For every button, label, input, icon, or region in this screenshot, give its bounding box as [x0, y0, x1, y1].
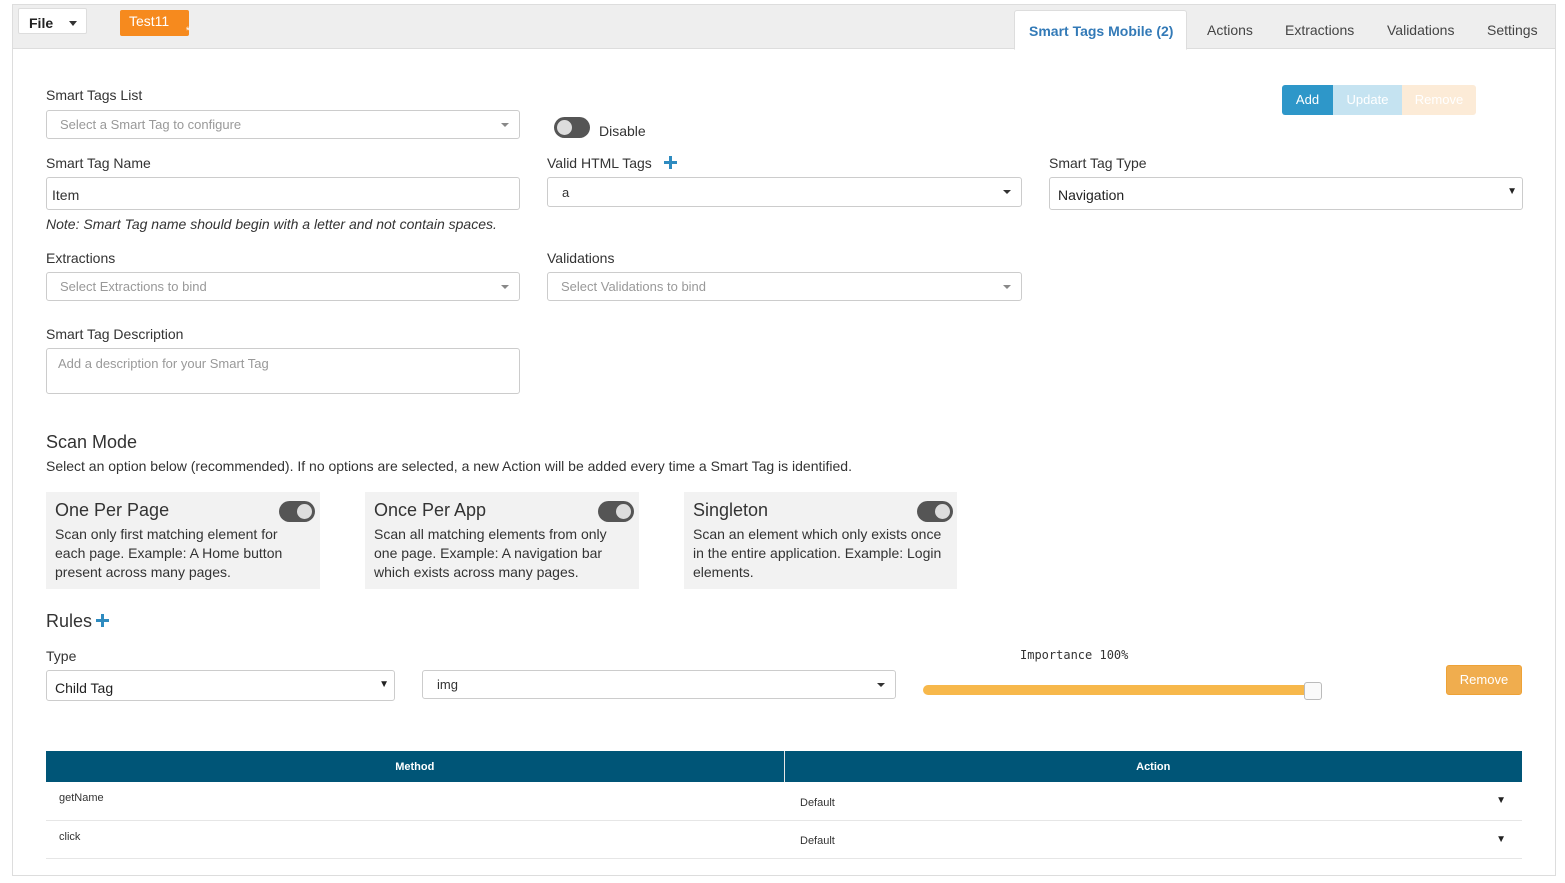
importance-slider-track[interactable] — [923, 685, 1322, 695]
project-name-badge[interactable]: Test11 * — [120, 10, 190, 37]
add-html-tag-plus-icon[interactable] — [664, 156, 677, 169]
method-cell: click — [46, 820, 784, 859]
scan-option-description: Scan all matching elements from only one… — [374, 526, 607, 580]
action-value: Default — [800, 796, 835, 809]
scan-option-description: Scan an element which only exists once i… — [693, 526, 942, 580]
extractions-select[interactable]: Select Extractions to bind — [46, 272, 520, 301]
scan-mode-subtitle: Select an option below (recommended). If… — [46, 458, 852, 474]
rule-type-value: Child Tag — [55, 680, 114, 696]
tab-extractions[interactable]: Extractions — [1285, 5, 1354, 49]
singleton-toggle[interactable] — [917, 501, 953, 522]
unsaved-marker: * — [185, 25, 190, 37]
action-value: Default — [800, 835, 835, 847]
toggle-knob — [616, 504, 631, 519]
valid-html-tags-select[interactable]: a — [547, 177, 1022, 207]
scan-option-one-per-page: One Per Page Scan only first matching el… — [46, 492, 320, 589]
valid-html-tags-label: Valid HTML Tags — [547, 155, 652, 171]
extractions-placeholder: Select Extractions to bind — [60, 279, 207, 294]
smart-tags-list-label: Smart Tags List — [46, 87, 143, 103]
remove-rule-button[interactable]: Remove — [1446, 665, 1522, 695]
disable-toggle[interactable] — [554, 117, 590, 138]
description-label: Smart Tag Description — [46, 326, 184, 342]
dropdown-arrow-icon: ▼ — [1496, 795, 1506, 806]
table-row: click Default ▼ — [46, 820, 1522, 859]
smart-tag-name-input[interactable]: Item — [46, 177, 520, 210]
update-button[interactable]: Update — [1333, 85, 1402, 115]
top-bar: File Test11 * Smart Tags Mobile (2) Acti… — [13, 5, 1555, 50]
validations-label: Validations — [547, 250, 615, 266]
remove-smart-tag-button[interactable]: Remove — [1402, 85, 1476, 115]
tab-smart-tags-mobile[interactable]: Smart Tags Mobile (2) — [1014, 10, 1188, 50]
method-column-header: Method — [46, 751, 784, 782]
once-per-app-toggle[interactable] — [598, 501, 634, 522]
file-menu-button[interactable]: File — [18, 8, 87, 34]
chevron-down-icon — [877, 683, 885, 687]
importance-slider-handle[interactable] — [1304, 682, 1322, 700]
toggle-knob — [297, 504, 312, 519]
description-textarea[interactable]: Add a description for your Smart Tag — [46, 348, 520, 394]
scan-option-description: Scan only first matching element for eac… — [55, 526, 283, 580]
valid-html-tags-value: a — [562, 185, 570, 200]
scan-option-title: One Per Page — [55, 500, 170, 520]
action-column-header: Action — [783, 751, 1522, 782]
rule-type-select[interactable]: Child Tag ▼ — [46, 670, 395, 701]
smart-tag-name-value: Item — [52, 187, 80, 203]
add-button[interactable]: Add — [1282, 85, 1333, 115]
scan-option-title: Once Per App — [374, 500, 487, 520]
rules-title: Rules — [46, 611, 93, 631]
scan-mode-title: Scan Mode — [46, 432, 138, 452]
methods-table: Method Action getName Default ▼ click De… — [46, 751, 1522, 859]
rule-type-label: Type — [46, 648, 77, 664]
dropdown-arrow-icon: ▼ — [379, 679, 389, 690]
scan-option-singleton: Singleton Scan an element which only exi… — [684, 492, 957, 589]
table-row: getName Default ▼ — [46, 782, 1522, 821]
toggle-knob — [557, 120, 572, 135]
chevron-down-icon — [1003, 285, 1011, 289]
smart-tag-name-label: Smart Tag Name — [46, 155, 151, 171]
file-menu-label: File — [29, 15, 54, 31]
rule-tag-value: img — [437, 677, 458, 692]
extractions-label: Extractions — [46, 250, 116, 266]
tab-validations[interactable]: Validations — [1387, 5, 1454, 49]
app-window: File Test11 * Smart Tags Mobile (2) Acti… — [12, 4, 1556, 876]
scan-option-once-per-app: Once Per App Scan all matching elements … — [365, 492, 639, 589]
smart-tag-type-value: Navigation — [1058, 187, 1125, 203]
disable-label: Disable — [599, 123, 646, 139]
scan-option-title: Singleton — [693, 500, 769, 520]
validations-select[interactable]: Select Validations to bind — [547, 272, 1022, 301]
rule-tag-select[interactable]: img — [422, 670, 896, 699]
importance-label: Importance 100% — [1020, 648, 1129, 662]
validations-placeholder: Select Validations to bind — [561, 279, 707, 294]
tab-settings[interactable]: Settings — [1487, 5, 1538, 49]
toggle-knob — [935, 504, 950, 519]
add-rule-plus-icon[interactable] — [96, 614, 109, 627]
tab-actions[interactable]: Actions — [1207, 5, 1253, 49]
chevron-down-icon — [501, 123, 509, 127]
chevron-down-icon — [1003, 190, 1011, 194]
action-select-cell[interactable]: Default ▼ — [784, 820, 1522, 859]
project-name: Test11 — [129, 13, 170, 29]
smart-tag-type-label: Smart Tag Type — [1049, 155, 1147, 171]
method-cell: getName — [46, 782, 784, 821]
description-placeholder: Add a description for your Smart Tag — [58, 356, 269, 371]
action-select-cell[interactable]: Default ▼ — [784, 782, 1522, 821]
smart-tag-type-select[interactable]: Navigation ▼ — [1049, 177, 1523, 210]
dropdown-arrow-icon: ▼ — [1507, 186, 1517, 197]
smart-tag-name-note: Note: Smart Tag name should begin with a… — [46, 216, 497, 232]
table-header-row: Method Action — [46, 751, 1522, 782]
chevron-down-icon — [69, 21, 77, 26]
smart-tags-list-select[interactable]: Select a Smart Tag to configure — [46, 110, 520, 139]
dropdown-arrow-icon: ▼ — [1496, 833, 1506, 845]
chevron-down-icon — [501, 285, 509, 289]
one-per-page-toggle[interactable] — [279, 501, 315, 522]
smart-tags-list-placeholder: Select a Smart Tag to configure — [60, 117, 242, 132]
